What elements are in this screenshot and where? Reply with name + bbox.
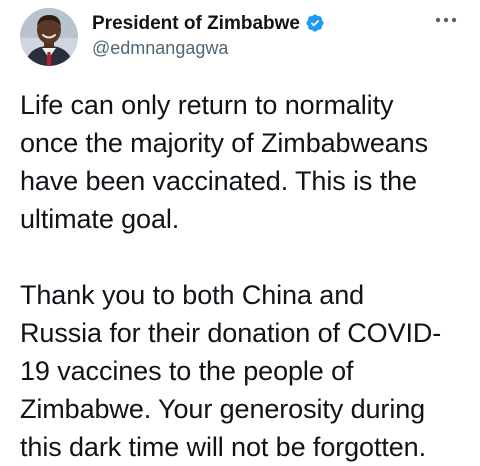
tweet-paragraph: Life can only return to normality once t…	[20, 86, 472, 238]
tweet-line: 19 vaccines to the people of	[20, 356, 354, 386]
tweet-text: Life can only return to normality once t…	[20, 86, 472, 466]
verified-badge-icon	[305, 13, 325, 33]
avatar[interactable]	[20, 8, 78, 66]
tweet-line: Zimbabwe. Your generosity during	[20, 394, 426, 424]
tweet-line: Life can only return to normality	[20, 90, 394, 120]
display-name[interactable]: President of Zimbabwe	[92, 14, 300, 33]
name-row: President of Zimbabwe	[92, 10, 325, 36]
tweet-line: Russia for their donation of COVID-	[20, 318, 442, 348]
avatar-image	[20, 8, 78, 66]
tweet-card[interactable]: President of Zimbabwe @edmnangagwa Life …	[0, 0, 480, 462]
tweet-paragraph: Thank you to both China and Russia for t…	[20, 276, 472, 466]
tweet-line: this dark time will not be forgotten.	[20, 432, 426, 462]
more-dots-icon	[435, 17, 457, 23]
tweet-line: Thank you to both China and	[20, 280, 365, 310]
tweet-line: once the majority of Zimbabweans	[20, 128, 428, 158]
more-options-button[interactable]	[432, 10, 460, 30]
author-info: President of Zimbabwe @edmnangagwa	[92, 10, 325, 57]
tweet-line: ultimate goal.	[20, 204, 180, 234]
tweet-line: have been vaccinated. This is the	[20, 166, 417, 196]
author-handle[interactable]: @edmnangagwa	[92, 39, 325, 57]
